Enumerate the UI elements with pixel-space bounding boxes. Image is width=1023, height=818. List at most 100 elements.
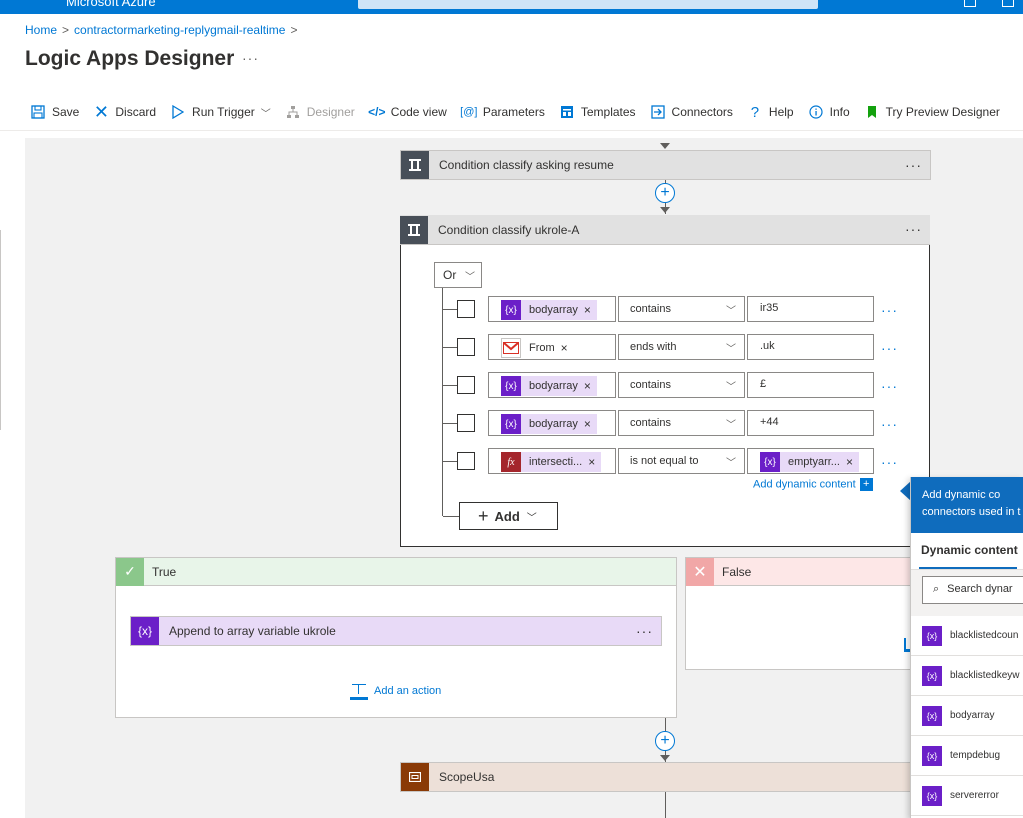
operator-value: contains — [630, 303, 671, 315]
save-button[interactable]: Save — [30, 104, 79, 120]
row-more-button[interactable]: ··· — [881, 340, 898, 356]
row-more-button[interactable]: ··· — [881, 416, 898, 432]
right-operand-field[interactable]: +44 — [747, 410, 874, 436]
left-operand-field[interactable]: {x} bodyarray × — [488, 410, 616, 436]
designer-button[interactable]: Designer — [285, 104, 355, 120]
insert-step-button[interactable]: + — [655, 731, 675, 751]
remove-token-icon[interactable]: × — [584, 379, 591, 393]
condition-ukrole-header[interactable]: Condition classify ukrole-A ··· — [400, 215, 930, 245]
remove-token-icon[interactable]: × — [584, 417, 591, 431]
row-more-button[interactable]: ··· — [881, 302, 898, 318]
dynamic-token[interactable]: {x} bodyarray × — [501, 376, 597, 396]
operator-select[interactable]: ends with ﹀ — [618, 334, 745, 360]
condition-resume-more-button[interactable]: ··· — [905, 157, 922, 173]
dynamic-token[interactable]: From × — [501, 338, 574, 358]
flow-arrow — [660, 755, 670, 761]
global-search-input[interactable] — [358, 0, 818, 9]
remove-token-icon[interactable]: × — [561, 341, 568, 355]
operator-select[interactable]: contains ﹀ — [618, 410, 745, 436]
row-select-checkbox[interactable] — [457, 338, 475, 356]
remove-token-icon[interactable]: × — [846, 455, 853, 469]
variable-icon: {x} — [131, 617, 159, 645]
dynamic-item[interactable]: {x} blacklistedcoun — [911, 616, 1023, 656]
false-branch-header[interactable]: ✕ False — [686, 557, 914, 586]
token-label: From — [529, 342, 555, 354]
left-operand-field[interactable]: {x} bodyarray × — [488, 296, 616, 322]
right-operand-field[interactable]: ir35 — [747, 296, 874, 322]
dynamic-search-wrap: ⌕ Search dynar — [911, 570, 1023, 616]
operator-select[interactable]: is not equal to ﹀ — [618, 448, 745, 474]
dynamic-item[interactable]: {x} bodyarray — [911, 696, 1023, 736]
operator-select[interactable]: contains ﹀ — [618, 296, 745, 322]
operand-value: ir35 — [760, 302, 779, 314]
row-select-checkbox[interactable] — [457, 376, 475, 394]
left-operand-field[interactable]: {x} bodyarray × — [488, 372, 616, 398]
flow-line — [665, 792, 666, 818]
condition-row: {x} bodyarray × contains ﹀ ir35 ··· — [401, 296, 931, 324]
add-condition-button[interactable]: + Add ﹀ — [459, 502, 558, 530]
dynamic-token[interactable]: {x} bodyarray × — [501, 300, 597, 320]
token-label: emptyarr... — [788, 456, 840, 468]
row-more-button[interactable]: ··· — [881, 378, 898, 394]
row-select-checkbox[interactable] — [457, 300, 475, 318]
cloud-shell-icon[interactable] — [964, 0, 976, 7]
discard-button[interactable]: ✕ Discard — [93, 101, 156, 122]
append-variable-action-card[interactable]: {x} Append to array variable ukrole ··· — [130, 616, 662, 646]
remove-token-icon[interactable]: × — [588, 455, 595, 469]
variable-icon: {x} — [501, 414, 521, 434]
breadcrumb-home[interactable]: Home — [25, 23, 57, 37]
scope-card[interactable]: ScopeUsa — [400, 762, 930, 792]
parameters-icon: [@] — [460, 106, 478, 118]
templates-button[interactable]: Templates — [559, 104, 636, 120]
dynamic-token[interactable]: {x} emptyarr... × — [760, 452, 859, 472]
connectors-icon — [650, 104, 666, 120]
condition-ukrole-more-button[interactable]: ··· — [905, 221, 922, 237]
right-operand-field[interactable]: £ — [747, 372, 874, 398]
parameters-button[interactable]: [@] Parameters — [460, 104, 545, 120]
expression-token[interactable]: fx intersecti... × — [501, 452, 602, 472]
dynamic-search-input[interactable]: ⌕ Search dynar — [922, 576, 1023, 604]
help-label: Help — [768, 105, 794, 119]
close-icon: ✕ — [93, 101, 109, 122]
try-preview-designer-button[interactable]: Try Preview Designer — [864, 104, 1000, 120]
dynamic-item-label: servererror — [950, 790, 999, 801]
dynamic-item[interactable]: {x} tempdebug — [911, 736, 1023, 776]
right-operand-field[interactable]: {x} emptyarr... × — [747, 448, 874, 474]
info-button[interactable]: Info — [808, 104, 850, 120]
true-branch-header[interactable]: ✓ True — [116, 557, 676, 586]
chevron-right-icon: > — [62, 23, 70, 37]
variable-icon: {x} — [501, 376, 521, 396]
left-operand-field[interactable]: fx intersecti... × — [488, 448, 616, 474]
row-more-button[interactable]: ··· — [881, 454, 898, 470]
condition-icon — [400, 215, 428, 244]
breadcrumb-resource[interactable]: contractormarketing-replygmail-realtime — [74, 23, 285, 37]
bookmark-icon — [864, 104, 880, 120]
insert-step-button[interactable]: + — [655, 183, 675, 203]
action-more-button[interactable]: ··· — [636, 623, 653, 639]
portal-top-bar: Microsoft Azure — [0, 0, 1023, 14]
operator-select[interactable]: contains ﹀ — [618, 372, 745, 398]
dynamic-item[interactable]: {x} blacklistedkeyw — [911, 656, 1023, 696]
dynamic-item[interactable]: {x} servererror — [911, 776, 1023, 816]
dynamic-token[interactable]: {x} bodyarray × — [501, 414, 597, 434]
right-operand-field[interactable]: .uk — [747, 334, 874, 360]
row-select-checkbox[interactable] — [457, 414, 475, 432]
help-button[interactable]: ? Help — [747, 104, 794, 121]
portal-brand[interactable]: Microsoft Azure — [66, 0, 156, 9]
dynamic-search-placeholder: Search dynar — [947, 583, 1013, 595]
run-trigger-button[interactable]: Run Trigger ﹀ — [170, 104, 271, 120]
tab-dynamic-content[interactable]: Dynamic content — [911, 533, 1023, 570]
left-operand-field[interactable]: From × — [488, 334, 616, 360]
title-more-button[interactable]: ··· — [242, 50, 259, 66]
connectors-button[interactable]: Connectors — [650, 104, 733, 120]
add-action-icon — [350, 682, 368, 700]
directory-icon[interactable] — [1002, 0, 1014, 7]
add-action-link[interactable]: Add an action — [350, 682, 441, 700]
row-select-checkbox[interactable] — [457, 452, 475, 470]
dynamic-panel-header-line1: Add dynamic co — [922, 489, 1001, 501]
remove-token-icon[interactable]: × — [584, 303, 591, 317]
code-view-button[interactable]: </> Code view — [368, 104, 447, 120]
condition-resume-card[interactable]: Condition classify asking resume ··· — [400, 150, 931, 180]
add-dynamic-content-link[interactable]: Add dynamic content + — [753, 478, 873, 491]
group-operator-select[interactable]: Or ﹀ — [434, 262, 482, 288]
